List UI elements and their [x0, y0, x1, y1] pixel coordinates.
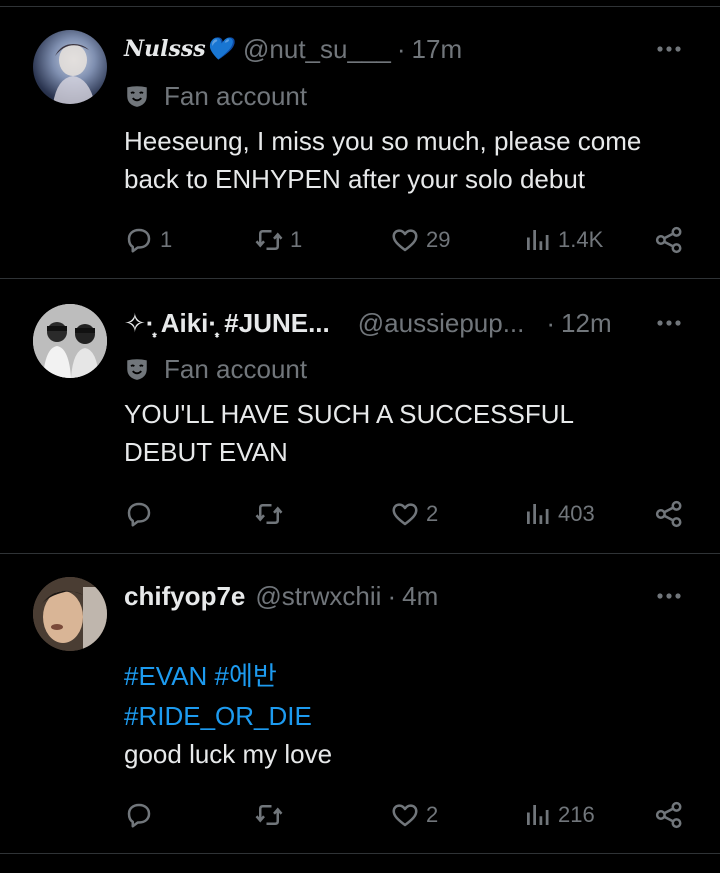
tweet-text: YOU'LL HAVE SUCH A SUCCESSFUL DEBUT EVAN: [124, 399, 574, 467]
badge-label: Fan account: [164, 80, 308, 111]
share-icon: [655, 801, 682, 829]
fan-account-badge: Fan account: [124, 352, 307, 386]
tweet-text: Heeseung, I miss you so much, please com…: [124, 126, 642, 194]
more-icon[interactable]: [654, 581, 684, 611]
timestamp[interactable]: 12m: [561, 308, 612, 339]
like-count: 2: [426, 501, 439, 526]
display-name[interactable]: Nulsss💙: [124, 36, 233, 62]
fan-account-badge: Fan account: [124, 79, 307, 113]
views-icon: [527, 504, 549, 524]
avatar[interactable]: [33, 30, 107, 104]
hashtag-link[interactable]: #RIDE_OR_DIE: [124, 701, 312, 731]
separator-dot: ·: [387, 580, 397, 611]
repost-button[interactable]: [254, 494, 290, 534]
mask-icon: [127, 359, 147, 380]
divider-bottom: [0, 853, 720, 854]
handle[interactable]: @strwxchii: [255, 581, 381, 612]
views-count: 216: [558, 802, 595, 827]
reply-count: 1: [160, 227, 173, 252]
like-button[interactable]: 2: [390, 795, 438, 835]
tweet-text: good luck my love: [124, 739, 333, 769]
repost-icon: [255, 230, 283, 250]
share-button[interactable]: [654, 795, 684, 835]
repost-count: 1: [290, 227, 303, 252]
tweet-header: ✧·̩͙ Aiki·̩͙ #JUNE... @aussiepup... · 12…: [124, 305, 680, 341]
reply-button[interactable]: [124, 494, 160, 534]
action-bar: 1 1 29 1.4K: [124, 220, 694, 260]
views-count: 1.4K: [558, 227, 604, 252]
reply-button[interactable]: [124, 795, 160, 835]
handle[interactable]: @aussiepup...: [358, 308, 525, 339]
views-icon: [527, 805, 549, 825]
tweet-1[interactable]: Nulsss💙 @nut_su___ · 17m Fan account Hee…: [0, 0, 720, 278]
reply-icon: [127, 228, 151, 253]
action-bar: 2 403: [124, 494, 694, 534]
reply-button[interactable]: 1: [124, 220, 172, 260]
views-count: 403: [558, 501, 595, 526]
tweet-header: Nulsss💙 @nut_su___ · 17m: [124, 31, 680, 67]
hashtag-line-2: #RIDE_OR_DIE: [124, 659, 690, 735]
share-button[interactable]: [654, 220, 684, 260]
badge-label: Fan account: [164, 353, 308, 384]
display-name[interactable]: chifyop7e: [124, 581, 245, 612]
action-bar: 2 216: [124, 795, 694, 835]
mask-icon: [127, 86, 147, 107]
like-icon: [392, 804, 418, 827]
display-name[interactable]: ✧·̩͙ Aiki·̩͙ #JUNE...: [124, 308, 330, 339]
views-button[interactable]: 216: [522, 795, 595, 835]
avatar[interactable]: [33, 304, 107, 378]
like-count: 29: [426, 227, 451, 252]
views-button[interactable]: 403: [522, 494, 595, 534]
like-button[interactable]: 2: [390, 494, 438, 534]
like-icon: [392, 503, 418, 526]
more-icon[interactable]: [654, 34, 684, 64]
like-icon: [392, 229, 418, 252]
share-button[interactable]: [654, 494, 684, 534]
separator-dot: ·: [396, 33, 406, 64]
tweet-3[interactable]: chifyop7e @strwxchii · 4m #EVAN #에반 #RID…: [0, 553, 720, 853]
timestamp[interactable]: 4m: [402, 581, 438, 612]
avatar[interactable]: [33, 577, 107, 651]
repost-button[interactable]: [254, 795, 290, 835]
reply-icon: [127, 803, 151, 828]
like-count: 2: [426, 802, 439, 827]
tweet-header: chifyop7e @strwxchii · 4m: [124, 578, 680, 614]
tweet-2[interactable]: ✧·̩͙ Aiki·̩͙ #JUNE... @aussiepup... · 12…: [0, 278, 720, 553]
share-icon: [655, 226, 682, 254]
separator-dot: ·: [546, 307, 556, 338]
share-icon: [655, 500, 682, 528]
repost-icon: [255, 504, 283, 524]
timestamp[interactable]: 17m: [412, 34, 463, 65]
views-button[interactable]: 1.4K: [522, 220, 603, 260]
handle[interactable]: @nut_su___: [243, 34, 391, 65]
like-button[interactable]: 29: [390, 220, 450, 260]
reply-icon: [127, 502, 151, 527]
repost-button[interactable]: 1: [254, 220, 302, 260]
views-icon: [527, 230, 549, 250]
more-icon[interactable]: [654, 308, 684, 338]
repost-icon: [255, 805, 283, 825]
